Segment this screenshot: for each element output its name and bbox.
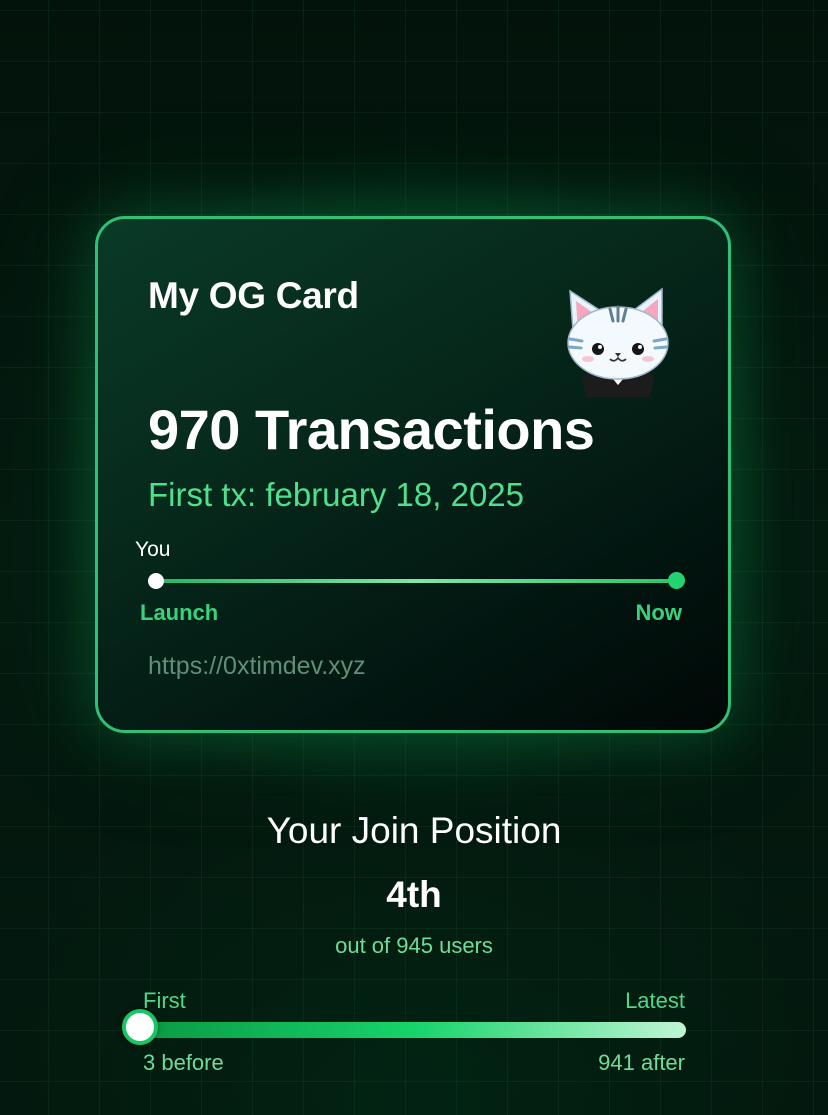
- join-position-title: Your Join Position: [266, 810, 562, 851]
- join-position-subtitle: out of 945 users: [335, 933, 493, 958]
- timeline-launch-label: Launch: [140, 600, 219, 625]
- card-title: My OG Card: [148, 275, 359, 316]
- timeline-now-marker: [668, 572, 685, 589]
- first-transaction-date: First tx: february 18, 2025: [148, 476, 525, 513]
- timeline-now-label: Now: [635, 600, 682, 625]
- timeline-you-label: You: [135, 538, 171, 561]
- og-card: My OG Card 970 Transactions First tx: fe…: [95, 216, 731, 733]
- card-url-link[interactable]: https://0xtimdev.xyz: [148, 652, 366, 681]
- users-after-count: 941 after: [598, 1050, 685, 1075]
- position-first-label: First: [143, 988, 186, 1013]
- position-slider-track: [143, 1022, 686, 1038]
- cat-avatar-icon: [558, 277, 678, 397]
- users-before-count: 3 before: [143, 1050, 224, 1075]
- timeline-you-marker: [148, 573, 164, 589]
- transaction-count: 970 Transactions: [148, 398, 595, 461]
- position-latest-label: Latest: [625, 988, 685, 1013]
- timeline-track: [156, 579, 677, 583]
- join-position-rank: 4th: [386, 874, 442, 915]
- position-slider-knob[interactable]: [122, 1009, 158, 1045]
